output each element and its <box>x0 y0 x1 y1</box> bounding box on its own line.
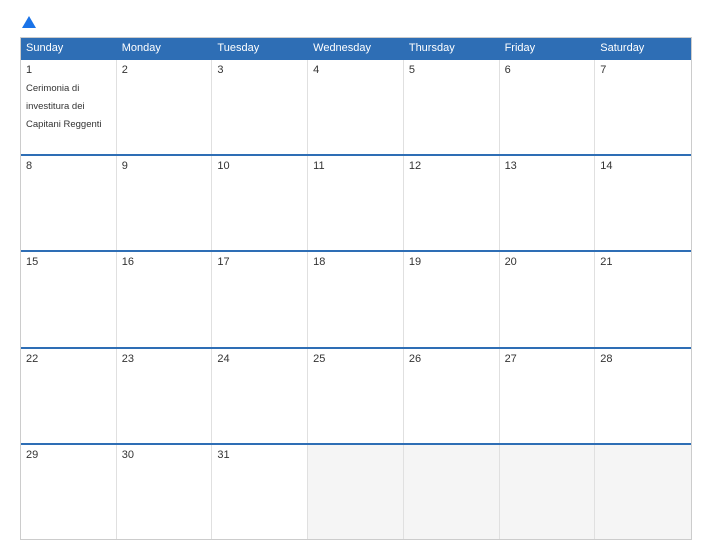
day-cell <box>308 445 404 539</box>
day-header-monday: Monday <box>117 38 213 58</box>
day-cell: 24 <box>212 349 308 443</box>
header <box>20 16 692 29</box>
day-cell: 28 <box>595 349 691 443</box>
day-cell: 20 <box>500 252 596 346</box>
day-number: 17 <box>217 256 302 268</box>
day-header-tuesday: Tuesday <box>212 38 308 58</box>
day-cell: 31 <box>212 445 308 539</box>
day-cell: 29 <box>21 445 117 539</box>
week-row-1: 1 Cerimonia di investitura dei Capitani R… <box>21 58 691 154</box>
day-cell: 15 <box>21 252 117 346</box>
day-cell: 19 <box>404 252 500 346</box>
day-cell: 7 <box>595 60 691 154</box>
day-cell: 23 <box>117 349 213 443</box>
logo-triangle-icon <box>22 16 36 28</box>
day-number: 10 <box>217 160 302 172</box>
calendar-page: SundayMondayTuesdayWednesdayThursdayFrid… <box>0 0 712 550</box>
day-number: 26 <box>409 353 494 365</box>
day-number: 28 <box>600 353 686 365</box>
day-number: 13 <box>505 160 590 172</box>
weeks-container: 1 Cerimonia di investitura dei Capitani R… <box>21 58 691 539</box>
day-cell: 6 <box>500 60 596 154</box>
day-number: 25 <box>313 353 398 365</box>
day-header-sunday: Sunday <box>21 38 117 58</box>
day-cell: 13 <box>500 156 596 250</box>
day-number: 12 <box>409 160 494 172</box>
day-number: 6 <box>505 64 590 76</box>
day-number: 4 <box>313 64 398 76</box>
day-cell: 16 <box>117 252 213 346</box>
day-cell: 9 <box>117 156 213 250</box>
day-number: 19 <box>409 256 494 268</box>
week-row-2: 89 10 11 12 13 14 <box>21 154 691 250</box>
day-number: 30 <box>122 449 207 461</box>
day-number: 14 <box>600 160 686 172</box>
day-header-thursday: Thursday <box>404 38 500 58</box>
day-cell: 8 <box>21 156 117 250</box>
day-cell: 2 <box>117 60 213 154</box>
day-number: 1 <box>26 64 111 76</box>
day-number: 15 <box>26 256 111 268</box>
day-number: 23 <box>122 353 207 365</box>
day-cell: 1 Cerimonia di investitura dei Capitani R… <box>21 60 117 154</box>
day-number: 29 <box>26 449 111 461</box>
week-row-5: 29 30 31 <box>21 443 691 539</box>
day-cell: 30 <box>117 445 213 539</box>
day-cell <box>404 445 500 539</box>
day-cell: 27 <box>500 349 596 443</box>
day-cell <box>595 445 691 539</box>
day-cell: 17 <box>212 252 308 346</box>
day-cell: 4 <box>308 60 404 154</box>
day-number: 9 <box>122 160 207 172</box>
day-headers-row: SundayMondayTuesdayWednesdayThursdayFrid… <box>21 38 691 58</box>
day-number: 20 <box>505 256 590 268</box>
week-row-3: 15 16 17 18 19 20 21 <box>21 250 691 346</box>
day-cell: 3 <box>212 60 308 154</box>
day-number: 2 <box>122 64 207 76</box>
day-number: 5 <box>409 64 494 76</box>
calendar-grid: SundayMondayTuesdayWednesdayThursdayFrid… <box>20 37 692 540</box>
day-number: 21 <box>600 256 686 268</box>
day-number: 18 <box>313 256 398 268</box>
day-number: 8 <box>26 160 111 172</box>
day-cell: 26 <box>404 349 500 443</box>
day-number: 7 <box>600 64 686 76</box>
week-row-4: 22 23 24 25 26 27 28 <box>21 347 691 443</box>
day-cell: 21 <box>595 252 691 346</box>
day-cell: 5 <box>404 60 500 154</box>
day-header-friday: Friday <box>500 38 596 58</box>
event-text: Cerimonia di investitura dei Capitani Re… <box>26 83 102 130</box>
day-header-saturday: Saturday <box>595 38 691 58</box>
day-header-wednesday: Wednesday <box>308 38 404 58</box>
day-number: 16 <box>122 256 207 268</box>
day-cell: 22 <box>21 349 117 443</box>
day-cell: 12 <box>404 156 500 250</box>
day-number: 24 <box>217 353 302 365</box>
day-number: 27 <box>505 353 590 365</box>
day-cell: 25 <box>308 349 404 443</box>
day-number: 31 <box>217 449 302 461</box>
day-number: 3 <box>217 64 302 76</box>
day-number: 22 <box>26 353 111 365</box>
day-cell: 14 <box>595 156 691 250</box>
day-cell: 10 <box>212 156 308 250</box>
day-cell: 11 <box>308 156 404 250</box>
day-cell <box>500 445 596 539</box>
day-number: 11 <box>313 160 398 172</box>
logo <box>20 16 36 29</box>
day-cell: 18 <box>308 252 404 346</box>
